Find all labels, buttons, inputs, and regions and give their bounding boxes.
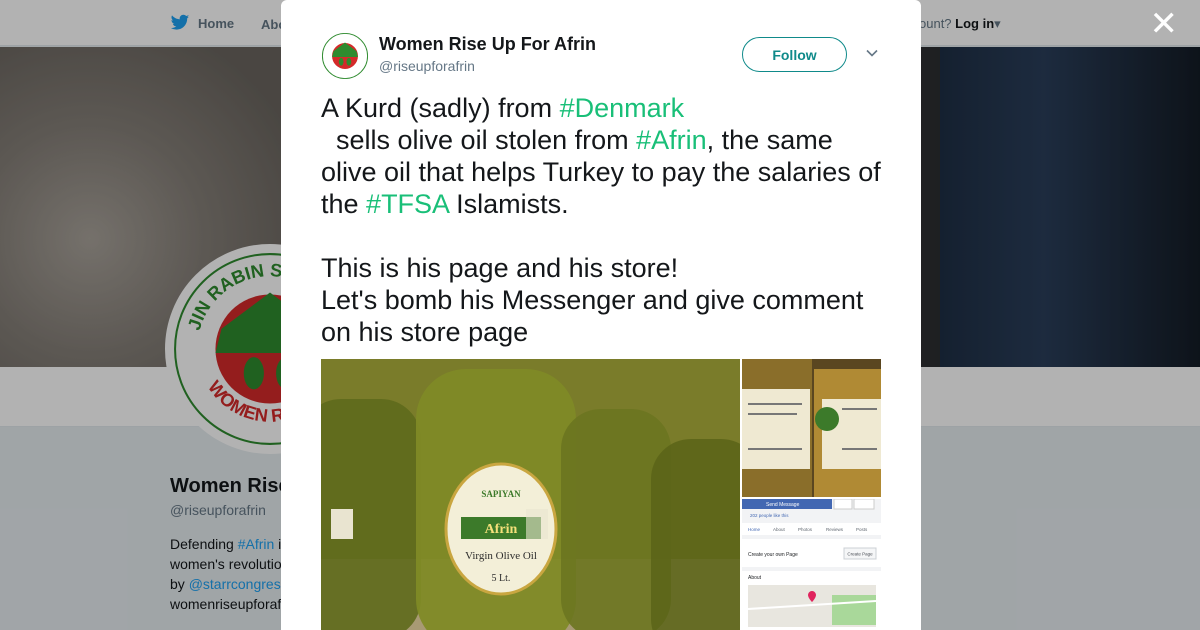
chevron-down-icon[interactable] (865, 46, 879, 60)
fb-tab-about: About (773, 527, 786, 532)
hashtag-afrin[interactable]: #Afrin (636, 125, 707, 155)
label-afrin: Afrin (485, 522, 518, 537)
fb-likes: 202 people like this (750, 513, 789, 518)
close-icon[interactable]: ✕ (1150, 7, 1179, 41)
label-size: 5 Lt. (492, 573, 511, 584)
fb-about: About (748, 575, 762, 581)
tweet-author-name[interactable]: Women Rise Up For Afrin (379, 34, 596, 55)
fb-tab-photos: Photos (798, 527, 813, 532)
tweet-author-avatar[interactable] (321, 32, 369, 80)
hashtag-tfsa[interactable]: #TFSA (366, 189, 449, 219)
tweet-line-store: This is his page and his store! (321, 253, 679, 283)
media-photo-olive-oil[interactable]: SAPIYAN Afrin Virgin Olive Oil 5 Lt. (321, 359, 740, 630)
hashtag-denmark[interactable]: #Denmark (560, 93, 685, 123)
fb-tab-reviews: Reviews (826, 527, 844, 532)
label-brand: SAPIYAN (481, 489, 521, 499)
follow-button[interactable]: Follow (742, 37, 847, 72)
women-rise-logo-icon (321, 32, 369, 80)
tweet-author-handle[interactable]: @riseupforafrin (379, 58, 475, 74)
tweet-media: SAPIYAN Afrin Virgin Olive Oil 5 Lt. Sen… (321, 359, 881, 630)
fb-send-message: Send Message (766, 502, 800, 508)
label-product: Virgin Olive Oil (465, 550, 537, 562)
media-screenshot-facebook-page[interactable]: Send Message 202 people like this Home A… (742, 499, 881, 630)
media-photo-bottle-label[interactable] (742, 359, 881, 497)
fb-create-page-button: Create Page (847, 552, 873, 557)
tweet-text: A Kurd (sadly) from #Denmark sells olive… (321, 92, 891, 348)
fb-tab-home: Home (748, 527, 761, 532)
fb-create-page-prompt: Create your own Page (748, 552, 798, 558)
tweet-line-messenger: Let's bomb his Messenger and give commen… (321, 285, 864, 347)
tweet-modal: Women Rise Up For Afrin @riseupforafrin … (281, 0, 921, 630)
fb-tab-posts: Posts (856, 527, 868, 532)
